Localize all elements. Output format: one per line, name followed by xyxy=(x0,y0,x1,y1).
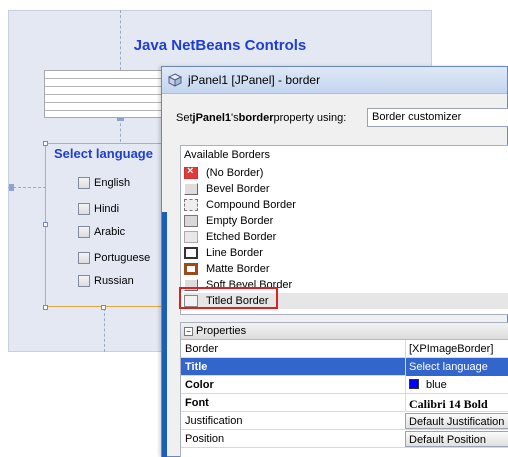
position-dropdown[interactable]: Default Position xyxy=(405,431,508,447)
border-item-empty[interactable]: Empty Border xyxy=(184,213,508,229)
property-name: border xyxy=(238,112,274,124)
border-item-label: Etched Border xyxy=(206,231,277,243)
label-text: property using: xyxy=(273,112,347,124)
matte-border-icon xyxy=(184,263,198,275)
dialog-title: jPanel1 [JPanel] - border xyxy=(188,73,321,87)
properties-sheet[interactable]: − Properties Border [XPImageBorder] Titl… xyxy=(180,322,508,457)
property-name: Font xyxy=(185,397,209,409)
checkbox-box[interactable] xyxy=(78,275,90,287)
resize-handle[interactable] xyxy=(43,305,48,310)
border-item-bevel[interactable]: Bevel Border xyxy=(184,181,508,197)
component-name: jPanel1 xyxy=(192,112,232,124)
collapse-icon[interactable]: − xyxy=(184,326,193,336)
dialog-titlebar[interactable]: jPanel1 [JPanel] - border xyxy=(162,67,507,94)
no-border-icon xyxy=(184,165,198,179)
checkbox-english[interactable]: English xyxy=(78,177,130,189)
checkbox-label: English xyxy=(94,177,131,189)
property-row-position[interactable]: Position Default Position xyxy=(181,430,508,448)
property-name: Border xyxy=(185,343,219,355)
color-swatch-icon xyxy=(409,379,419,389)
compound-border-icon xyxy=(184,199,198,211)
checkbox-arabic[interactable]: Arabic xyxy=(78,226,125,238)
cube-icon xyxy=(168,73,182,87)
set-property-label: Set jPanel1 's border property using: xyxy=(176,112,346,124)
property-value[interactable]: Calibri 14 Bold xyxy=(405,394,508,412)
border-item-no-border[interactable]: (No Border) xyxy=(184,165,508,181)
border-item-label: Bevel Border xyxy=(206,183,270,195)
line-border-icon xyxy=(184,247,198,259)
property-name: Title xyxy=(185,361,208,373)
language-panel[interactable]: Select language English Hindi Arabic Por… xyxy=(45,143,163,307)
guide-line xyxy=(104,308,105,352)
property-name: Position xyxy=(185,433,225,445)
guide-line xyxy=(120,118,121,142)
anchor-marker xyxy=(9,184,14,191)
checkbox-box[interactable] xyxy=(78,203,90,215)
etched-border-icon xyxy=(184,231,198,243)
checkbox-russian[interactable]: Russian xyxy=(78,275,134,287)
property-value[interactable]: blue xyxy=(405,376,508,394)
available-borders-header: Available Borders xyxy=(184,149,271,161)
resize-handle[interactable] xyxy=(43,141,48,146)
checkbox-label: Portuguese xyxy=(94,252,151,264)
property-row-color[interactable]: Color blue xyxy=(181,376,508,394)
color-name: blue xyxy=(426,379,447,391)
checkbox-label: Hindi xyxy=(94,203,120,215)
border-item-compound[interactable]: Compound Border xyxy=(184,197,508,213)
property-name: Color xyxy=(185,379,214,391)
highlight-box xyxy=(179,287,278,309)
border-item-label: Empty Border xyxy=(206,215,274,227)
checkbox-box[interactable] xyxy=(78,177,90,189)
border-item-label: Matte Border xyxy=(206,263,270,275)
checkbox-portuguese[interactable]: Portuguese xyxy=(78,252,150,264)
form-title: Java NetBeans Controls xyxy=(133,37,307,54)
bevel-border-icon xyxy=(184,183,198,195)
properties-title: Properties xyxy=(196,325,247,337)
property-name: Justification xyxy=(185,415,243,427)
checkbox-box[interactable] xyxy=(78,226,90,238)
border-item-label: Line Border xyxy=(206,247,263,259)
border-item-label: (No Border) xyxy=(206,167,264,179)
border-dialog: jPanel1 [JPanel] - border Set jPanel1 's… xyxy=(161,66,508,457)
properties-header[interactable]: − Properties xyxy=(181,323,508,340)
border-item-line[interactable]: Line Border xyxy=(184,245,508,261)
property-row-font[interactable]: Font Calibri 14 Bold xyxy=(181,394,508,412)
label-text: Set xyxy=(176,112,193,124)
property-row-justification[interactable]: Justification Default Justification xyxy=(181,412,508,430)
resize-handle[interactable] xyxy=(101,305,106,310)
checkbox-label: Russian xyxy=(94,275,134,287)
property-row-title[interactable]: Title Select language xyxy=(181,358,508,376)
property-row-border[interactable]: Border [XPImageBorder] xyxy=(181,340,508,358)
resize-handle[interactable] xyxy=(43,222,48,227)
empty-border-icon xyxy=(184,215,198,227)
checkbox-label: Arabic xyxy=(94,226,126,238)
justification-dropdown[interactable]: Default Justification xyxy=(405,413,508,429)
label-text: 's xyxy=(231,112,239,124)
panel-title: Select language xyxy=(54,146,153,161)
customizer-select[interactable]: Border customizer xyxy=(367,108,508,127)
border-item-label: Compound Border xyxy=(206,199,296,211)
border-item-etched[interactable]: Etched Border xyxy=(184,229,508,245)
border-item-matte[interactable]: Matte Border xyxy=(184,261,508,277)
property-value[interactable]: [XPImageBorder] xyxy=(405,340,508,358)
checkbox-hindi[interactable]: Hindi xyxy=(78,203,119,215)
property-value[interactable]: Select language xyxy=(405,358,508,376)
checkbox-box[interactable] xyxy=(78,252,90,264)
left-edge-strip xyxy=(162,212,167,457)
